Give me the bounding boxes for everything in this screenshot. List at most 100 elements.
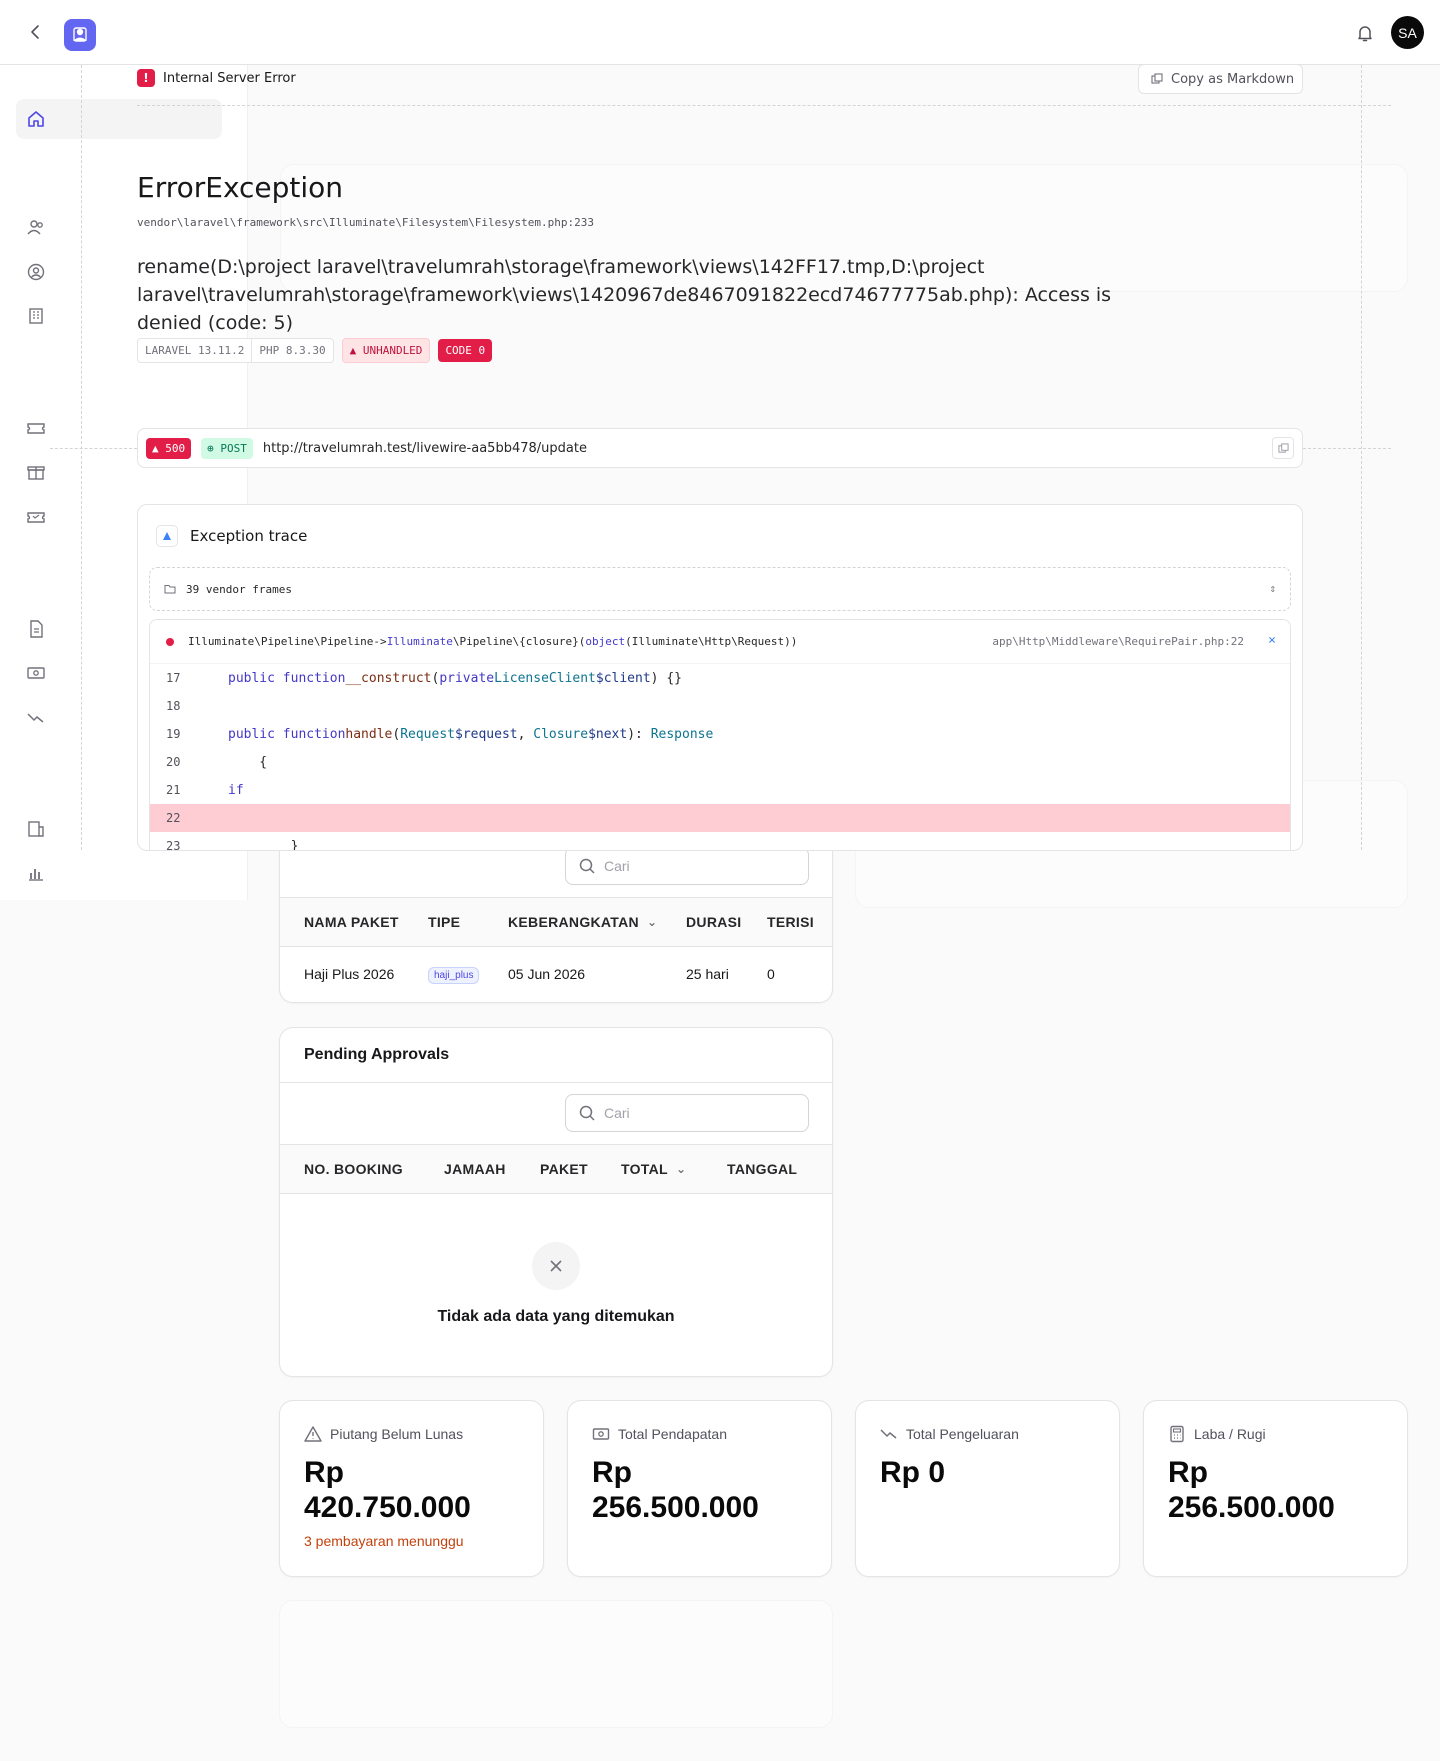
sort-chevron-icon[interactable]: ⌄: [676, 1162, 686, 1176]
code-line: 18: [166, 699, 181, 713]
vendor-frames-toggle[interactable]: 39 vendor frames ⇕: [149, 567, 1291, 611]
cell-keberangkatan: 05 Jun 2026: [508, 966, 586, 982]
loading-card: [280, 164, 1408, 292]
app-logo[interactable]: [64, 19, 96, 51]
approvals-table-header: NO. BOOKING JAMAAH PAKET TOTAL ⌄ TANGGAL: [280, 1145, 832, 1194]
departures-card: Upcoming Departures NAMA PAKET TIPE KEBE…: [279, 780, 833, 1003]
copy-icon: [1277, 442, 1289, 453]
guide-line: [137, 105, 1391, 106]
collapse-icon[interactable]: ⨯: [1268, 633, 1276, 648]
stat-sub: 3 pembayaran menunggu: [304, 1533, 464, 1549]
cell-durasi: 25 hari: [686, 966, 729, 982]
ticket-icon: [27, 423, 45, 434]
chevron-left-icon: [31, 25, 39, 39]
column-header[interactable]: KEBERANGKATAN: [508, 914, 639, 930]
empty-state: Tidak ada data yang ditemukan: [280, 1194, 832, 1374]
top-bar: SA: [0, 0, 1440, 65]
column-header[interactable]: TANGGAL: [727, 1161, 797, 1177]
stat-label: Total Pengeluaran: [906, 1426, 1019, 1442]
unhandled-badge: ▲ UNHANDLED: [341, 338, 431, 363]
copy-markdown-button[interactable]: Copy as Markdown: [1138, 64, 1303, 94]
sidebar-item-building[interactable]: [16, 296, 222, 336]
copy-url-button[interactable]: [1272, 437, 1294, 459]
bell-icon: [1358, 26, 1372, 42]
column-header[interactable]: NAMA PAKET: [304, 914, 399, 930]
trending-down-icon: [27, 713, 44, 723]
gift-icon: [27, 466, 45, 480]
notifications-button[interactable]: [1351, 19, 1379, 47]
stat-card-laba-rugi: Laba / Rugi Rp 256.500.000: [1143, 1400, 1408, 1577]
back-button[interactable]: [22, 18, 50, 46]
sidebar-item-users[interactable]: [16, 207, 222, 247]
sidebar-item-bookings[interactable]: [16, 497, 222, 537]
sidebar-item-tickets[interactable]: [16, 408, 222, 448]
departures-search-field[interactable]: [565, 847, 809, 885]
frame-dot-icon: [166, 637, 174, 646]
sidebar-item-packages[interactable]: [16, 452, 222, 492]
stat-value: Rp 0: [880, 1456, 946, 1489]
approvals-title: Pending Approvals: [280, 1028, 832, 1083]
column-header[interactable]: TOTAL: [621, 1161, 668, 1177]
departures-title: Upcoming Departures: [280, 781, 832, 836]
approvals-search-input[interactable]: [604, 1105, 784, 1121]
home-icon: [28, 111, 44, 127]
sidebar-item-reports[interactable]: [16, 853, 222, 893]
trending-down-icon: [880, 1429, 897, 1439]
sidebar-item-profile[interactable]: [16, 252, 222, 292]
frame-call: Illuminate\Pipeline\Pipeline->Illuminate…: [188, 635, 798, 648]
stat-label: Laba / Rugi: [1194, 1426, 1266, 1442]
column-header[interactable]: PAKET: [540, 1161, 588, 1177]
copy-markdown-label: Copy as Markdown: [1171, 71, 1295, 87]
chart-icon: [29, 869, 43, 881]
frame-header[interactable]: Illuminate\Pipeline\Pipeline->Illuminate…: [150, 620, 1290, 664]
calculator-icon: [1170, 1425, 1184, 1443]
approvals-search-field[interactable]: [565, 1094, 809, 1132]
code-badge: CODE 0: [438, 339, 493, 362]
approvals-card: Pending Approvals NO. BOOKING JAMAAH PAK…: [279, 1027, 833, 1377]
empty-state-text: Tidak ada data yang ditemukan: [437, 1308, 675, 1325]
departures-search-input[interactable]: [604, 858, 784, 874]
sort-chevron-icon[interactable]: ⌄: [647, 915, 657, 929]
column-header[interactable]: TERISI: [767, 914, 814, 930]
stat-value: Rp 256.500.000: [1168, 1456, 1335, 1524]
search-icon: [579, 1105, 595, 1121]
money-icon: [27, 667, 45, 679]
expand-chevron-icon: ⇕: [1269, 582, 1276, 595]
cell-nama-paket: Haji Plus 2026: [304, 966, 395, 982]
warning-icon: [304, 1426, 322, 1442]
users-icon: [27, 220, 43, 235]
loading-card: [279, 1600, 833, 1728]
column-header[interactable]: TIPE: [428, 914, 460, 930]
tipe-badge: haji_plus: [428, 967, 480, 984]
column-header[interactable]: DURASI: [686, 914, 741, 930]
stat-card-piutang: Piutang Belum Lunas Rp 420.750.000 3 pem…: [279, 1400, 544, 1577]
code-line: 17 public function __construct(private L…: [166, 670, 682, 686]
request-url: http://travelumrah.test/livewire-aa5bb47…: [262, 440, 587, 456]
table-row[interactable]: Haji Plus 2026 haji_plus 05 Jun 2026 25 …: [280, 947, 832, 1002]
column-header[interactable]: NO. BOOKING: [304, 1161, 403, 1177]
money-icon: [592, 1428, 610, 1440]
approvals-search-row: [280, 1083, 832, 1145]
stat-value: Rp 256.500.000: [592, 1456, 759, 1524]
column-header[interactable]: JAMAAH: [444, 1161, 506, 1177]
stat-card-pengeluaran: Total Pengeluaran Rp 0: [855, 1400, 1120, 1577]
user-circle-icon: [27, 263, 45, 281]
stat-label: Total Pendapatan: [618, 1426, 727, 1442]
sidebar-item-home[interactable]: [16, 99, 222, 139]
sidebar: [0, 65, 248, 900]
loading-card: [855, 780, 1408, 908]
sidebar-item-expenses[interactable]: [16, 697, 222, 737]
user-avatar[interactable]: SA: [1391, 16, 1424, 49]
departures-table-header: NAMA PAKET TIPE KEBERANGKATAN ⌄ DURASI T…: [280, 898, 832, 947]
sidebar-item-offices[interactable]: [16, 809, 222, 849]
code-line: 19 public function handle(Request $reque…: [166, 726, 714, 742]
ticket-alt-icon: [27, 512, 45, 523]
folder-icon: [164, 585, 176, 594]
cell-terisi: 0: [767, 966, 775, 982]
stat-value: Rp 420.750.000: [304, 1456, 471, 1524]
php-version: PHP 8.3.30: [251, 339, 332, 362]
frame-file: app\Http\Middleware\RequirePair.php:22: [992, 635, 1244, 648]
office-icon: [28, 821, 44, 837]
code-line: 20 {: [166, 754, 268, 770]
copy-icon: [1151, 73, 1163, 84]
